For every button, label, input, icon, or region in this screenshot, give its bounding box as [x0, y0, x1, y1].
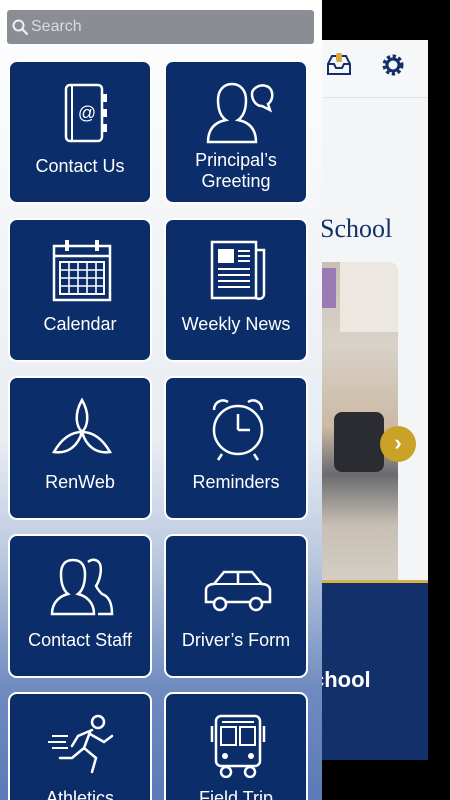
search-icon	[12, 19, 29, 36]
tile-label: Reminders	[192, 472, 280, 492]
navigation-drawer: @ Contact Us Principal’s Greeting Calend…	[0, 0, 322, 800]
photo-board	[340, 262, 398, 332]
tile-label: Driver’s Form	[181, 630, 291, 650]
tile-contact-staff[interactable]: Contact Staff	[8, 534, 152, 678]
newspaper-icon	[210, 240, 266, 301]
search-input[interactable]	[31, 14, 307, 40]
calendar-icon	[52, 240, 112, 302]
tile-field-trip[interactable]: Field Trip	[164, 692, 308, 800]
svg-text:@: @	[78, 103, 96, 123]
car-icon	[204, 570, 272, 612]
tile-renweb[interactable]: RenWeb	[8, 376, 152, 520]
tile-principals-greeting[interactable]: Principal’s Greeting	[164, 60, 308, 204]
renweb-logo-icon	[52, 397, 112, 454]
tile-label: Principal’s Greeting	[195, 150, 277, 191]
bus-icon	[210, 714, 266, 778]
inbox-icon[interactable]	[324, 50, 354, 80]
tile-drivers-form[interactable]: Driver’s Form	[164, 534, 308, 678]
runner-icon	[48, 714, 114, 774]
tile-label: Calendar	[43, 314, 117, 334]
search-bar[interactable]	[7, 10, 314, 44]
tile-reminders[interactable]: Reminders	[164, 376, 308, 520]
tile-label: Contact Staff	[28, 630, 132, 650]
gear-icon[interactable]	[378, 50, 408, 80]
tile-label: Athletics	[45, 788, 115, 800]
tile-weekly-news[interactable]: Weekly News	[164, 218, 308, 362]
carousel-next-button[interactable]: ›	[380, 426, 416, 462]
people-icon	[50, 558, 114, 616]
tile-label: Field Trip	[198, 788, 274, 800]
photo-chair	[334, 412, 384, 472]
tile-label: Contact Us	[35, 156, 125, 176]
tile-label: RenWeb	[45, 472, 115, 492]
tile-label: Weekly News	[181, 314, 291, 334]
school-title: School	[320, 214, 393, 243]
tile-calendar[interactable]: Calendar	[8, 218, 152, 362]
tile-contact-us[interactable]: @ Contact Us	[8, 60, 152, 204]
address-book-icon: @	[64, 83, 107, 143]
tile-athletics[interactable]: Athletics	[8, 692, 152, 800]
alarm-clock-icon	[212, 399, 264, 461]
speaking-person-icon	[206, 82, 274, 144]
